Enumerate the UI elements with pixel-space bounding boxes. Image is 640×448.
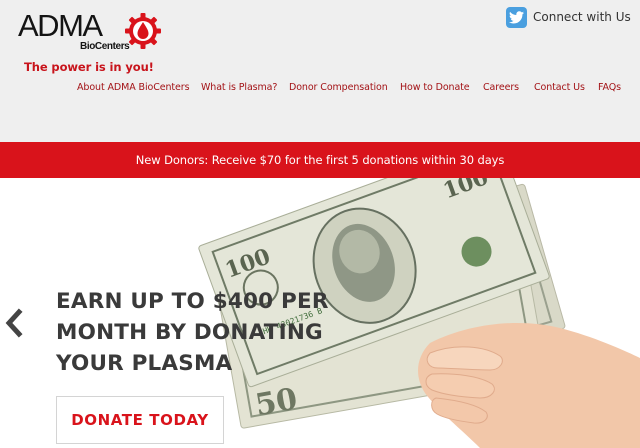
nav-about[interactable]: About ADMA BioCenters [77,82,190,93]
nav-careers[interactable]: Careers [483,82,519,93]
headline-line: EARN UP TO $400 PER [56,289,329,314]
site-header: ADMA BioCenters The power is in you! Con… [0,0,640,142]
logo-wordmark: ADMA [18,8,103,43]
twitter-icon[interactable] [506,6,527,28]
brand-tagline: The power is in you! [24,60,154,74]
chevron-left-icon[interactable] [4,308,26,338]
donate-today-button[interactable]: DONATE TODAY [56,396,224,444]
nav-donor-compensation[interactable]: Donor Compensation [289,82,388,93]
nav-contact-us[interactable]: Contact Us [534,82,585,93]
nav-faqs[interactable]: FAQs [598,82,621,93]
main-nav: About ADMA BioCenters What is Plasma? Do… [0,82,640,96]
connect-with-us[interactable]: Connect with Us [506,6,631,28]
hero-headline: EARN UP TO $400 PER MONTH BY DONATING YO… [56,286,346,379]
donate-today-label[interactable]: DONATE TODAY [71,411,209,429]
headline-line: MONTH BY DONATING [56,320,323,345]
hero-slider: 50 100 100 HK 43021736 B EARN UP TO $400… [0,178,640,448]
gear-drop-icon [125,13,161,49]
promo-banner[interactable]: New Donors: Receive $70 for the first 5 … [0,142,640,178]
adma-logo[interactable]: ADMA BioCenters [18,8,161,58]
nav-what-is-plasma[interactable]: What is Plasma? [201,82,277,93]
connect-label[interactable]: Connect with Us [533,10,631,24]
nav-how-to-donate[interactable]: How to Donate [400,82,470,93]
promo-text[interactable]: New Donors: Receive $70 for the first 5 … [136,153,505,167]
svg-text:50: 50 [253,382,300,424]
headline-line: YOUR PLASMA [56,351,233,376]
